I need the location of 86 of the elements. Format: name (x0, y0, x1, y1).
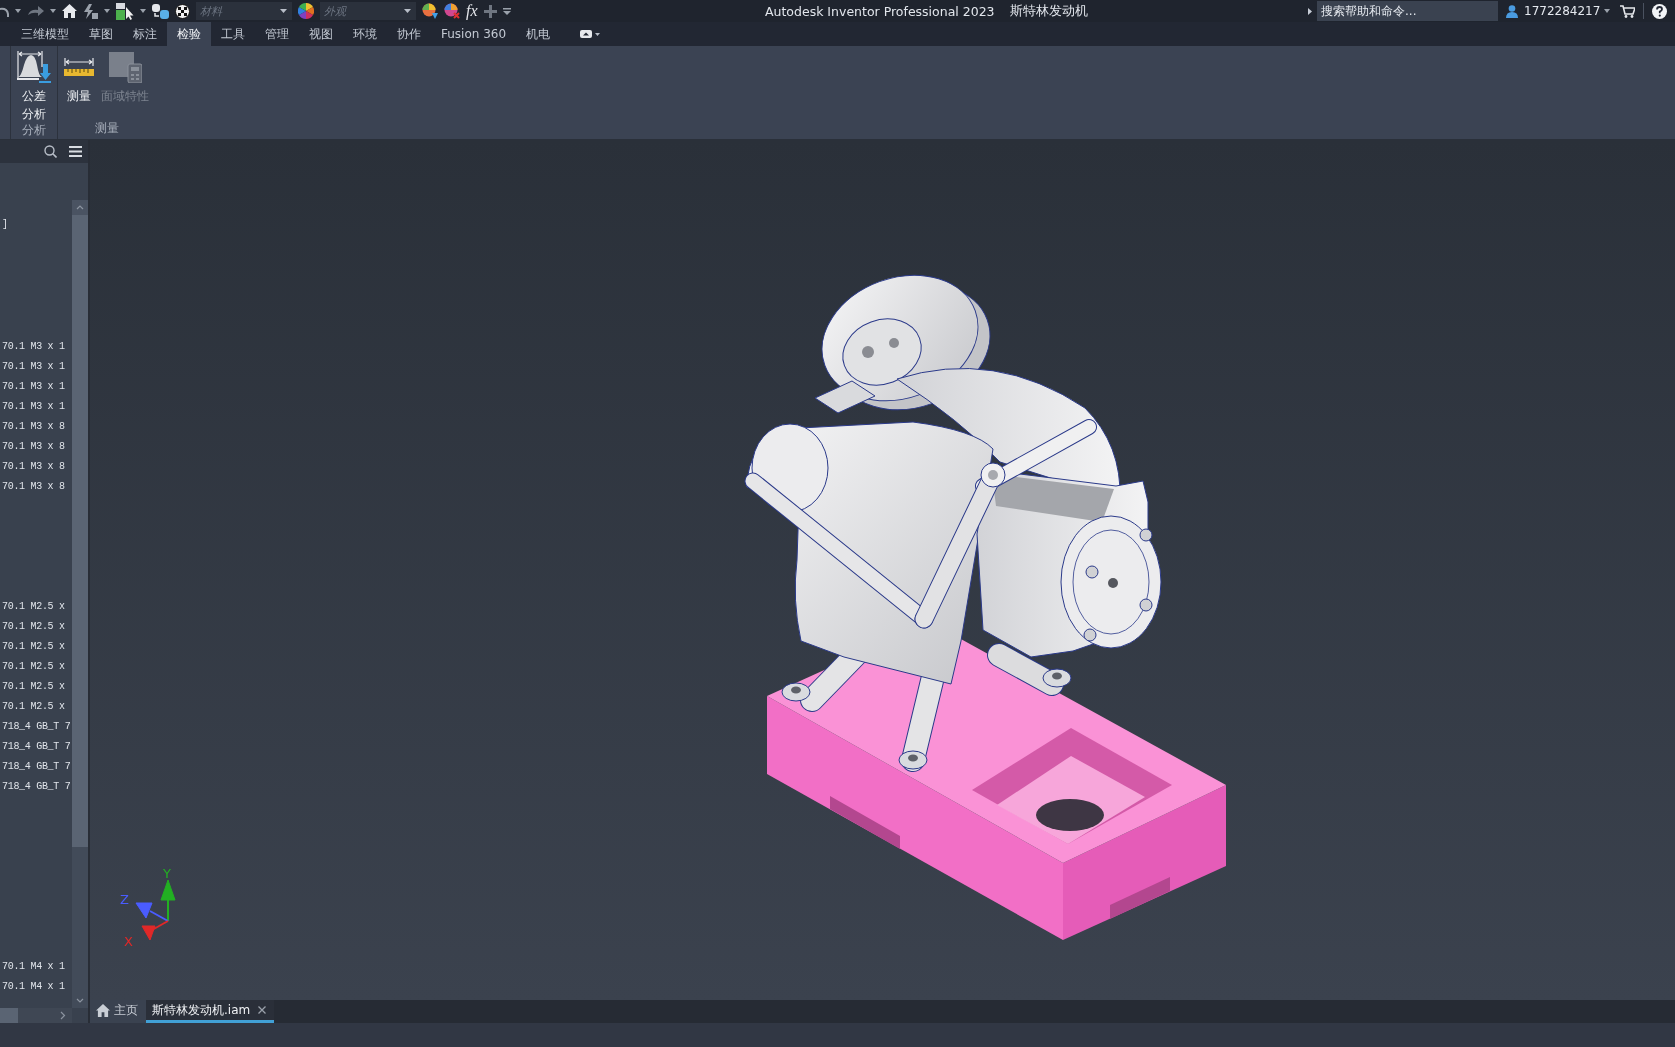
ribbon-button: 面域特性 (100, 49, 150, 121)
document-tab[interactable]: 主页 (90, 1000, 146, 1023)
ribbon-tab[interactable]: 草图 (79, 22, 123, 46)
tree-item[interactable]: 70.1 M3 x 8 (0, 417, 72, 437)
cart-icon[interactable] (1620, 4, 1635, 18)
color-wheel-icon[interactable] (298, 3, 314, 19)
scrollbar-thumb[interactable] (0, 1008, 18, 1023)
tree-item[interactable]: 718_4 GB_T 7 (0, 777, 72, 797)
vertical-scrollbar[interactable] (72, 200, 88, 1008)
ribbon-tab[interactable]: 三维模型 (11, 22, 79, 46)
horizontal-scrollbar[interactable] (0, 1008, 72, 1023)
caret-icon[interactable] (104, 9, 110, 13)
menu-icon[interactable] (69, 146, 82, 157)
material-dropdown[interactable]: 材料 (196, 2, 292, 20)
ribbon-button[interactable]: 公差 分析 (16, 49, 52, 123)
redo-arrow-icon[interactable] (27, 6, 44, 16)
ribbon-tab[interactable]: Fusion 360 (431, 22, 517, 46)
ribbon-tab[interactable]: 标注 (123, 22, 167, 46)
tree-item[interactable]: 718_4 GB_T 7 (0, 717, 72, 737)
cursor-icon[interactable] (116, 2, 134, 20)
ribbon-tab[interactable]: 协作 (387, 22, 431, 46)
tree-item[interactable]: 70.1 M2.5 x (0, 597, 72, 617)
tree-item[interactable]: 70.1 M3 x 8 (0, 457, 72, 477)
group-label: 测量 (93, 121, 120, 137)
ribbon-tab[interactable]: 视图 (299, 22, 343, 46)
document-tab[interactable]: 斯特林发动机.iam (146, 1000, 275, 1023)
plus-icon[interactable] (483, 4, 497, 18)
user-name[interactable]: 1772284217 (1524, 4, 1604, 18)
ribbon-tab[interactable]: 检验 (167, 22, 211, 46)
caret-icon[interactable] (15, 9, 21, 13)
scroll-up-icon[interactable] (72, 200, 88, 215)
tree-item[interactable]: 70.1 M4 x 1 (0, 957, 72, 977)
search-field[interactable]: 搜索帮助和命令... (1317, 1, 1498, 21)
paint-ball-remove-icon[interactable] (444, 3, 460, 19)
expand-arrow-icon[interactable] (1308, 7, 1312, 15)
tree-item[interactable]: 70.1 M2.5 x (0, 657, 72, 677)
ribbon-button[interactable]: 测量 (63, 49, 95, 121)
tree-item[interactable]: 70.1 M4 x 1 (0, 977, 72, 997)
caret-icon[interactable] (50, 9, 56, 13)
close-icon[interactable] (258, 1006, 267, 1014)
tree-item[interactable]: 70.1 M3 x 1 (0, 397, 72, 417)
checker-ball-icon[interactable] (175, 3, 190, 19)
caret-icon[interactable] (280, 9, 287, 13)
axis-label: X (124, 934, 133, 949)
caret-icon[interactable] (140, 9, 146, 13)
caret-icon[interactable] (1604, 9, 1610, 13)
ribbon-tab[interactable]: 机电 (516, 22, 561, 46)
tree-item[interactable]: 70.1 M3 x 8 (0, 437, 72, 457)
scrollbar-thumb[interactable] (72, 215, 88, 847)
lightning-icon[interactable] (83, 3, 98, 19)
tree-item[interactable]: 70.1 M2.5 x (0, 697, 72, 717)
axis-label: Z (120, 892, 129, 907)
help-icon[interactable] (1652, 3, 1667, 19)
ruler-icon (64, 58, 94, 76)
appearance-dropdown[interactable]: 外观 (320, 2, 416, 20)
ribbon-tab[interactable]: 管理 (255, 22, 299, 46)
ribbon-tab[interactable]: 环境 (343, 22, 387, 46)
scroll-right-icon[interactable] (60, 1011, 66, 1020)
square-calculator-icon (108, 51, 142, 83)
home-icon (96, 1003, 110, 1017)
axis-label: Y (163, 866, 171, 881)
formula-button[interactable]: fx (466, 2, 478, 20)
rounded-squares-icon[interactable] (152, 3, 169, 19)
tree-item[interactable]: 70.1 M3 x 8 (0, 477, 72, 497)
document-title: 斯特林发动机 (1009, 2, 1088, 20)
window-title: Autodesk Inventor Professional 2023 (765, 3, 995, 19)
panel-toggle-icon[interactable] (580, 30, 601, 38)
viewport[interactable]: Y Z X (90, 140, 1675, 1000)
search-icon[interactable] (44, 145, 57, 158)
home-icon[interactable] (62, 4, 77, 18)
caret-icon[interactable] (404, 9, 411, 13)
tree-item[interactable]: 70.1 M3 x 1 (0, 377, 72, 397)
tree-item[interactable]: ] (0, 215, 72, 235)
ribbon-tab[interactable]: 工具 (211, 22, 255, 46)
bell-curve-icon (17, 51, 51, 83)
caret-icon[interactable] (502, 7, 511, 15)
tree-item[interactable]: 70.1 M3 x 1 (0, 357, 72, 377)
tree-item[interactable]: 70.1 M3 x 1 (0, 337, 72, 357)
tree-item[interactable]: 70.1 M2.5 x (0, 637, 72, 657)
tree-item[interactable]: 70.1 M2.5 x (0, 617, 72, 637)
tree-item[interactable]: 718_4 GB_T 7 (0, 757, 72, 777)
paint-ball-icon[interactable] (422, 3, 438, 19)
user-icon[interactable] (1506, 4, 1518, 18)
tree-item[interactable]: 70.1 M2.5 x (0, 677, 72, 697)
group-label: 分析 (21, 123, 47, 139)
tree-item[interactable]: 718_4 GB_T 7 (0, 737, 72, 757)
